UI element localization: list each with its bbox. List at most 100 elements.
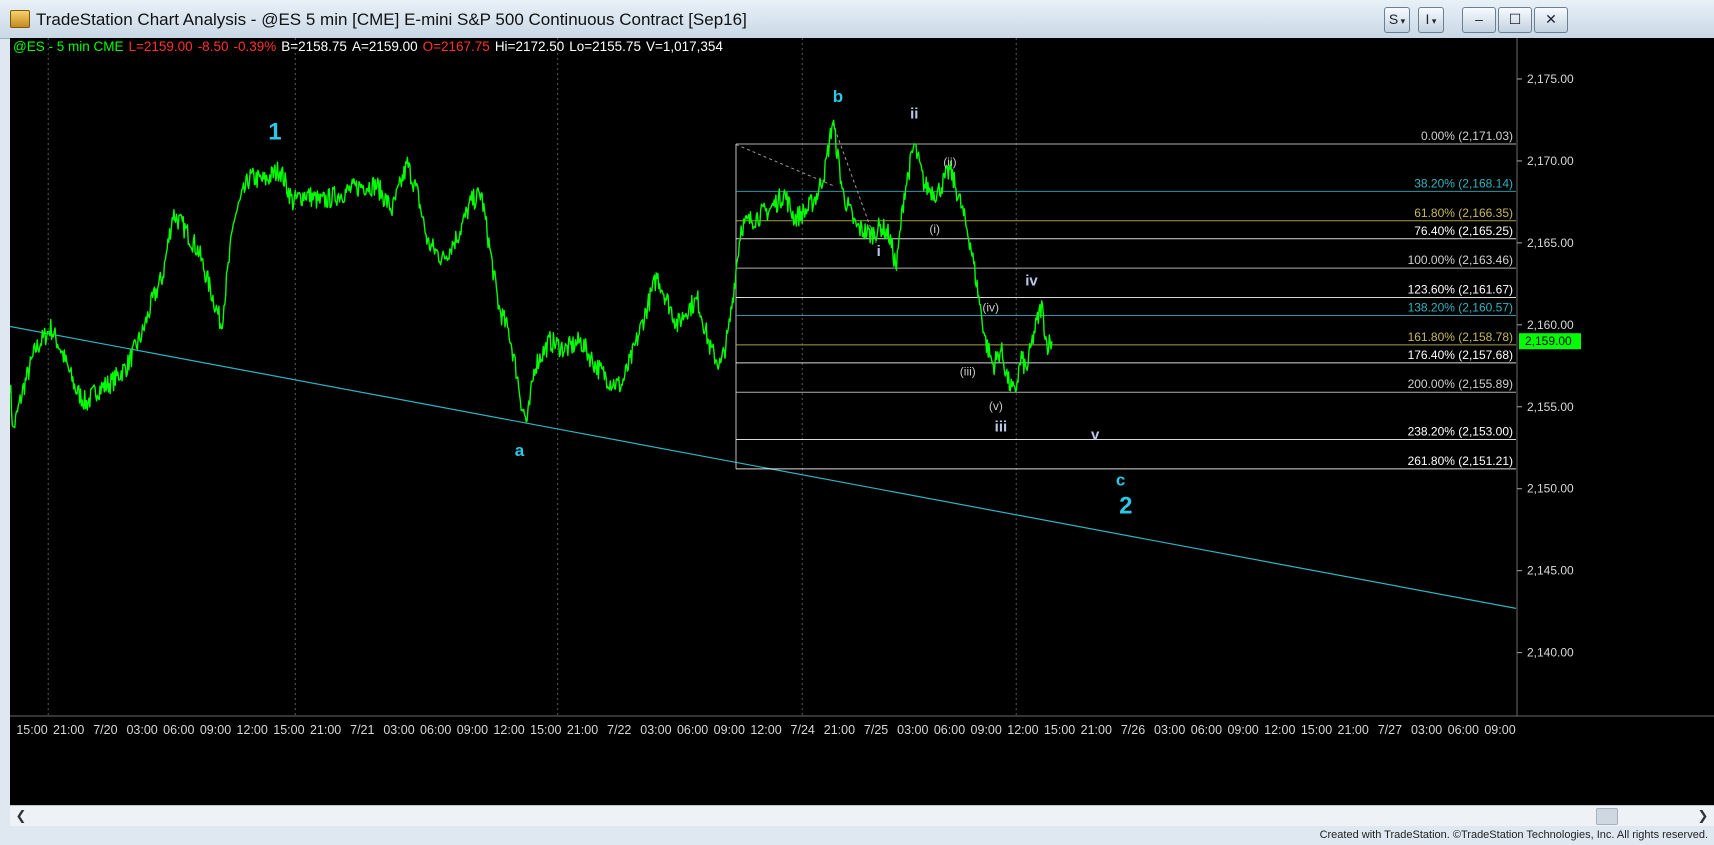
info-field: O=2167.75 — [422, 39, 490, 54]
minimize-button[interactable]: ‒ — [1462, 7, 1496, 33]
x-tick-label: 21:00 — [824, 723, 855, 737]
wave-label: (v) — [989, 399, 1003, 413]
s-menu-label: S — [1388, 11, 1399, 27]
copyright-footer: Created with TradeStation. ©TradeStation… — [1319, 829, 1708, 841]
title-bar: TradeStation Chart Analysis - @ES 5 min … — [0, 0, 1714, 39]
maximize-button[interactable]: ☐ — [1498, 7, 1532, 33]
x-tick-label: 03:00 — [640, 723, 671, 737]
wave-label: a — [515, 441, 525, 460]
x-tick-label: 06:00 — [420, 723, 451, 737]
minimize-icon: ‒ — [1475, 11, 1483, 27]
wave-label: (iv) — [982, 301, 999, 315]
info-field: -8.50 — [197, 39, 229, 54]
x-tick-label: 7/24 — [791, 723, 815, 737]
maximize-icon: ☐ — [1508, 11, 1522, 27]
fib-level-label: 38.20% (2,168.14) — [1414, 176, 1513, 190]
y-tick-label: 2,140.00 — [1527, 646, 1574, 660]
x-tick-label: 15:00 — [273, 723, 304, 737]
x-tick-label: 21:00 — [310, 723, 341, 737]
info-field: Lo=2155.75 — [569, 39, 641, 54]
info-field: A=2159.00 — [351, 39, 418, 54]
info-field: -0.39% — [233, 39, 277, 54]
x-tick-label: 06:00 — [677, 723, 708, 737]
x-tick-label: 7/20 — [93, 723, 117, 737]
x-tick-label: 21:00 — [53, 723, 84, 737]
x-tick-label: 15:00 — [530, 723, 561, 737]
wave-label: 1 — [268, 119, 281, 146]
info-field: @ES - 5 min CME — [13, 39, 124, 54]
horizontal-scrollbar[interactable]: ❮ ❯ — [10, 805, 1714, 826]
fib-level-label: 138.20% (2,160.57) — [1408, 300, 1513, 314]
x-tick-label: 7/27 — [1378, 723, 1402, 737]
chart-background — [10, 38, 1714, 805]
y-tick-label: 2,155.00 — [1527, 400, 1574, 414]
x-tick-label: 7/22 — [607, 723, 631, 737]
close-icon: ✕ — [1545, 11, 1557, 27]
y-tick-label: 2,170.00 — [1527, 154, 1574, 168]
x-tick-label: 06:00 — [1448, 723, 1479, 737]
fib-level-label: 61.80% (2,166.35) — [1414, 206, 1513, 220]
x-tick-label: 03:00 — [1411, 723, 1442, 737]
scroll-right-arrow-icon[interactable]: ❯ — [1694, 807, 1712, 825]
chart-area[interactable]: 2,140.00 2,145.00 2,150.00 2,155.00 2,160.00… — [10, 38, 1714, 805]
y-tick-label: 2,160.00 — [1527, 318, 1574, 332]
y-tick-label: 2,165.00 — [1527, 236, 1574, 250]
x-tick-label: 7/21 — [350, 723, 374, 737]
x-tick-label: 12:00 — [237, 723, 268, 737]
fib-level-label: 161.80% (2,158.78) — [1408, 330, 1513, 344]
wave-label: (i) — [929, 222, 940, 236]
x-tick-label: 03:00 — [126, 723, 157, 737]
fib-level-label: 200.00% (2,155.89) — [1408, 377, 1513, 391]
wave-label: iii — [995, 418, 1008, 435]
fib-level-label: 238.20% (2,153.00) — [1408, 425, 1513, 439]
x-tick-label: 06:00 — [934, 723, 965, 737]
info-field: Hi=2172.50 — [494, 39, 565, 54]
x-tick-label: 21:00 — [567, 723, 598, 737]
close-button[interactable]: ✕ — [1534, 7, 1568, 33]
x-tick-label: 15:00 — [16, 723, 47, 737]
x-tick-label: 09:00 — [200, 723, 231, 737]
dropdown-icon: ▾ — [1429, 16, 1437, 26]
x-tick-label: 09:00 — [714, 723, 745, 737]
x-tick-label: 03:00 — [1154, 723, 1185, 737]
fib-level-label: 261.80% (2,151.21) — [1408, 454, 1513, 468]
x-tick-label: 15:00 — [1301, 723, 1332, 737]
wave-label: c — [1116, 470, 1125, 489]
wave-label: v — [1091, 427, 1100, 444]
x-tick-label: 06:00 — [1191, 723, 1222, 737]
tradestation-app-icon — [10, 10, 30, 28]
wave-label: i — [877, 243, 881, 260]
s-menu-button[interactable]: S ▾ — [1384, 7, 1410, 33]
x-tick-label: 21:00 — [1081, 723, 1112, 737]
price-chart[interactable]: 2,140.00 2,145.00 2,150.00 2,155.00 2,160.00… — [10, 38, 1714, 805]
fib-level-label: 123.60% (2,161.67) — [1408, 282, 1513, 296]
y-tick-label: 2,145.00 — [1527, 564, 1574, 578]
scroll-left-arrow-icon[interactable]: ❮ — [12, 807, 30, 825]
x-tick-label: 09:00 — [971, 723, 1002, 737]
x-tick-label: 21:00 — [1338, 723, 1369, 737]
fib-level-label: 100.00% (2,163.46) — [1408, 253, 1513, 267]
x-tick-label: 03:00 — [897, 723, 928, 737]
x-tick-label: 12:00 — [1007, 723, 1038, 737]
wave-label: (iii) — [960, 365, 976, 379]
fib-level-label: 176.40% (2,157.68) — [1408, 348, 1513, 362]
wave-label: (ii) — [943, 155, 956, 169]
fib-level-label: 76.40% (2,165.25) — [1414, 224, 1513, 238]
wave-label: ii — [910, 105, 918, 122]
x-tick-label: 03:00 — [383, 723, 414, 737]
last-price-label: 2,159.00 — [1525, 334, 1572, 348]
y-tick-label: 2,175.00 — [1527, 72, 1574, 86]
symbol-info-bar: @ES - 5 min CME L=2159.00 -8.50 -0.39% B=215… — [13, 38, 728, 56]
app-window: TradeStation Chart Analysis - @ES 5 min … — [0, 0, 1714, 845]
x-tick-label: 12:00 — [1264, 723, 1295, 737]
x-tick-label: 06:00 — [163, 723, 194, 737]
info-field: V=1,017,354 — [645, 39, 723, 54]
i-menu-button[interactable]: I ▾ — [1418, 7, 1444, 33]
wave-label: 2 — [1119, 492, 1132, 519]
wave-label: b — [833, 87, 843, 106]
x-tick-label: 09:00 — [457, 723, 488, 737]
x-tick-label: 09:00 — [1484, 723, 1515, 737]
window-title: TradeStation Chart Analysis - @ES 5 min … — [36, 10, 747, 29]
scrollbar-thumb[interactable] — [1596, 808, 1618, 825]
fib-level-label: 0.00% (2,171.03) — [1421, 129, 1513, 143]
